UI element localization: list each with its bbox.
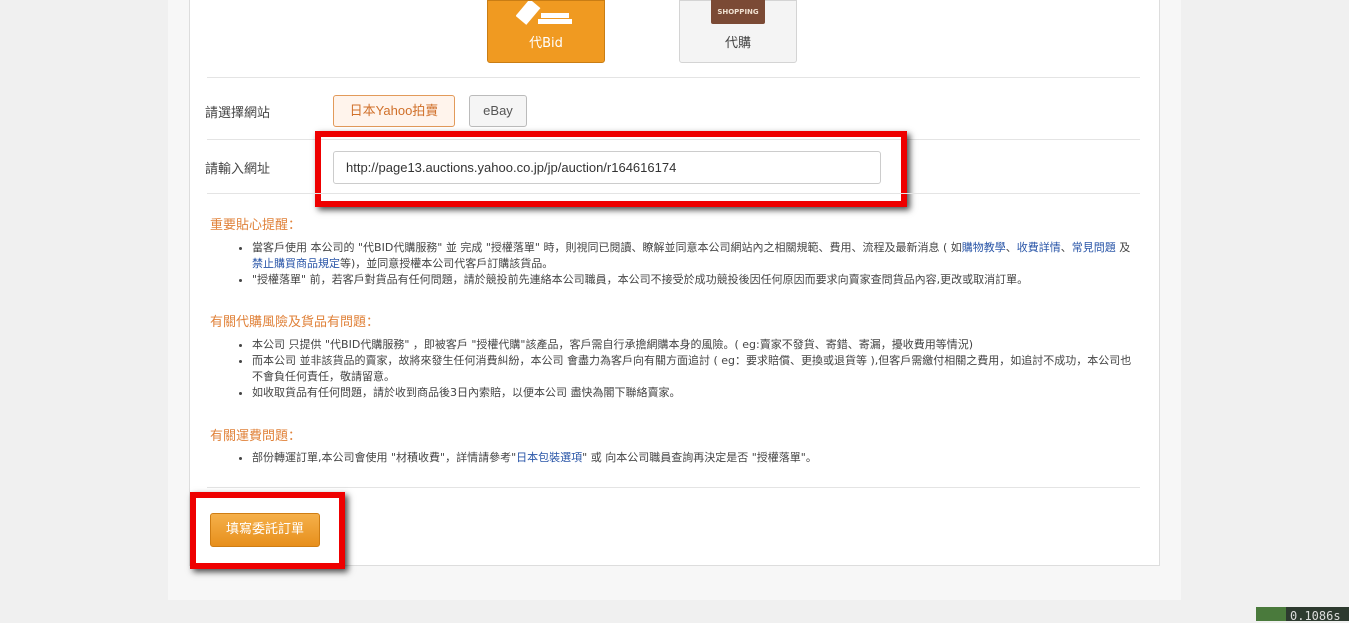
- gavel-icon: [516, 1, 572, 25]
- highlight-box-url: [315, 131, 907, 207]
- site-option-yahoo-japan[interactable]: 日本Yahoo拍賣: [333, 95, 455, 127]
- list-item-text: 部份轉運訂單,本公司會使用 "材積收費"，詳情請參考": [252, 451, 517, 464]
- link-packing-options[interactable]: 日本包裝選項: [516, 451, 582, 464]
- section-title-shipping: 有關運費問題：: [210, 429, 302, 444]
- list-item: 本公司 只提供 "代BID代購服務" ，即被客戶 "授權代購"該產品，客戶需自行…: [252, 337, 1132, 353]
- separator: 、: [1060, 241, 1072, 254]
- divider: [207, 77, 1140, 78]
- section-title-reminder: 重要貼心提醒：: [210, 218, 302, 233]
- section-title-risk: 有關代購風險及貨品有問題：: [210, 315, 380, 330]
- site-select-label: 請選擇網站: [205, 106, 271, 121]
- shopping-bag-icon: SHOPPING: [711, 0, 765, 24]
- list-item: 而本公司 並非該貨品的賣家，故將來發生任何消費糾紛，本公司 會盡力為客戶向有關方…: [252, 353, 1132, 385]
- highlight-box-order: [190, 492, 345, 569]
- leaf-icon: [1256, 607, 1286, 621]
- shipping-list: 部份轉運訂單,本公司會使用 "材積收費"，詳情請參考"日本包裝選項" 或 向本公…: [214, 450, 1132, 466]
- service-tile-bid[interactable]: 代Bid: [487, 0, 605, 63]
- list-item-text: 等)，並同意授權本公司代客戶訂購該貨品。: [340, 257, 554, 270]
- service-tile-buy-label: 代購: [724, 36, 751, 51]
- list-item-text: " 或 向本公司職員查詢再決定是否 "授權落單"。: [582, 451, 817, 464]
- divider: [207, 193, 1140, 194]
- risk-list: 本公司 只提供 "代BID代購服務" ，即被客戶 "授權代購"該產品，客戶需自行…: [214, 337, 1132, 401]
- divider: [207, 487, 1140, 488]
- list-item: 部份轉運訂單,本公司會使用 "材積收費"，詳情請參考"日本包裝選項" 或 向本公…: [252, 450, 1132, 466]
- separator: 、: [1005, 241, 1017, 254]
- list-item: 當客戶使用 本公司的 "代BID代購服務" 並 完成 "授權落單" 時，則視同已…: [252, 240, 1132, 272]
- url-input-label: 請輸入網址: [205, 162, 271, 177]
- list-item: "授權落單" 前，若客戶對貨品有任何問題，請於競投前先連絡本公司職員，本公司不接…: [252, 272, 1132, 288]
- service-tile-bid-label: 代Bid: [529, 36, 563, 51]
- link-prohibited-items[interactable]: 禁止購買商品規定: [252, 257, 340, 270]
- list-item: 如收取貨品有任何問題，請於收到商品後3日內索賠，以便本公司 盡快為閣下聯絡賣家。: [252, 385, 1132, 401]
- list-item-text: 及: [1115, 241, 1131, 254]
- link-shopping-guide[interactable]: 購物教學: [962, 241, 1006, 254]
- timing-widget: 0.1086s: [1256, 607, 1349, 623]
- reminder-list: 當客戶使用 本公司的 "代BID代購服務" 並 完成 "授權落單" 時，則視同已…: [214, 240, 1132, 288]
- list-item-text: 當客戶使用 本公司的 "代BID代購服務" 並 完成 "授權落單" 時，則視同已…: [252, 241, 962, 254]
- site-option-ebay[interactable]: eBay: [469, 95, 527, 127]
- link-fee-details[interactable]: 收費詳情: [1017, 241, 1061, 254]
- link-faq[interactable]: 常見問題: [1072, 241, 1116, 254]
